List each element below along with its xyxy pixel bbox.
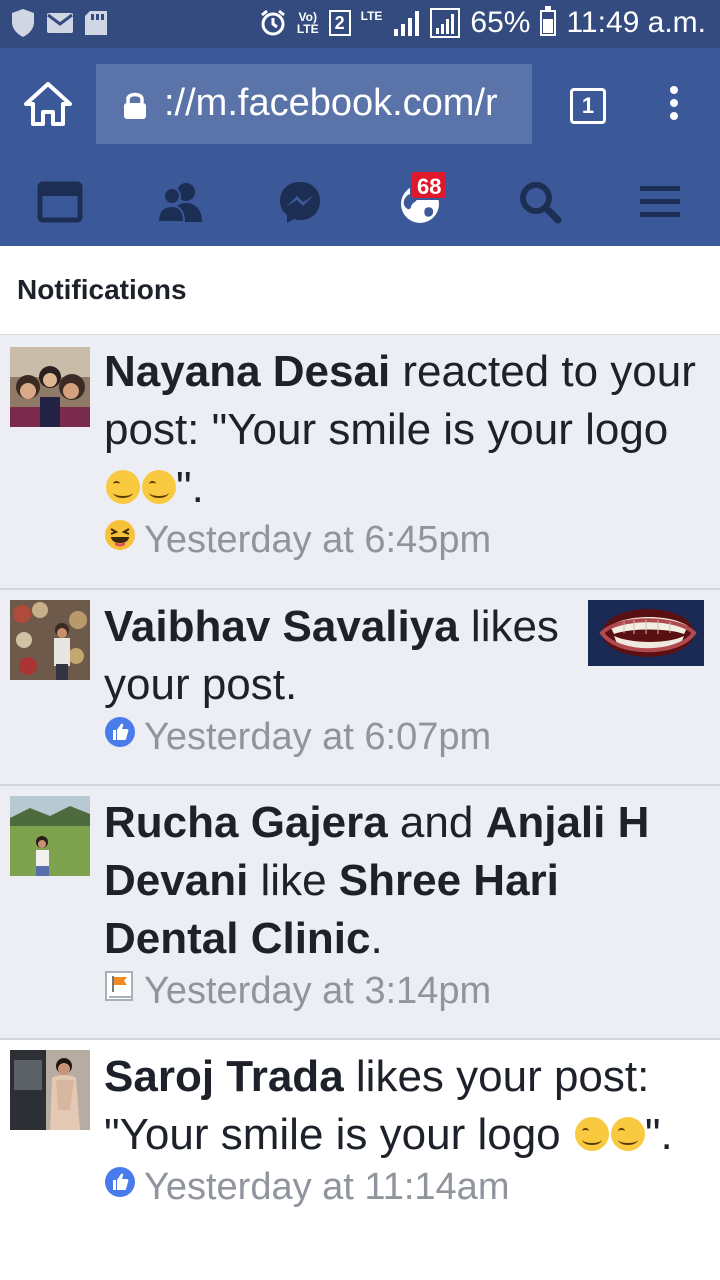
avatar xyxy=(10,347,90,427)
address-bar[interactable]: ://m.facebook.com/r xyxy=(96,64,532,144)
page-title: Notifications xyxy=(17,274,187,305)
timestamp: Yesterday at 6:45pm xyxy=(104,519,700,562)
timestamp: Yesterday at 3:14pm xyxy=(104,970,700,1013)
notification-message-end: ". xyxy=(176,463,204,512)
volte-indicator: Vo) LTE xyxy=(297,11,319,35)
avatar xyxy=(10,600,90,680)
messenger-icon[interactable] xyxy=(276,178,324,226)
notification-content: Saroj Trada likes your post: "Your smile… xyxy=(104,1048,700,1209)
notification-content: Vaibhav Savaliya likes your post. Yester… xyxy=(104,598,570,759)
lock-icon xyxy=(124,92,146,119)
notification-text: Vaibhav Savaliya likes your post. xyxy=(104,598,570,714)
battery-icon xyxy=(540,6,557,36)
timestamp-text: Yesterday at 11:14am xyxy=(144,1166,510,1208)
browser-toolbar: ://m.facebook.com/r 1 xyxy=(0,48,720,160)
alarm-icon xyxy=(260,9,285,36)
notification-text: Rucha Gajera and Anjali H Devani like Sh… xyxy=(104,794,700,968)
like-icon xyxy=(105,717,135,747)
notification-item[interactable]: Vaibhav Savaliya likes your post. Yester… xyxy=(0,590,720,786)
page-flag-icon xyxy=(105,971,133,1001)
url-text: ://m.facebook.com/r xyxy=(164,82,498,124)
notification-item[interactable]: Rucha Gajera and Anjali H Devani like Sh… xyxy=(0,786,720,1040)
notification-item[interactable]: Saroj Trada likes your post: "Your smile… xyxy=(0,1040,720,1280)
facebook-nav-bar: 68 xyxy=(0,160,720,246)
timestamp-text: Yesterday at 6:45pm xyxy=(144,519,492,561)
sd-card-icon xyxy=(85,11,107,35)
smiling-emoji-icon xyxy=(106,470,140,504)
laughing-reaction-icon xyxy=(105,520,135,550)
notification-text: Nayana Desai reacted to your post: "Your… xyxy=(104,343,700,517)
notification-content: Nayana Desai reacted to your post: "Your… xyxy=(104,343,700,562)
like-icon xyxy=(105,1167,135,1197)
timestamp: Yesterday at 11:14am xyxy=(104,1166,700,1209)
home-icon[interactable] xyxy=(20,78,76,130)
mail-icon xyxy=(47,13,73,33)
overflow-menu-icon[interactable] xyxy=(664,86,684,126)
signal-sim2-icon xyxy=(430,8,461,38)
post-thumbnail[interactable] xyxy=(588,600,704,666)
avatar xyxy=(10,796,90,876)
notification-message: like xyxy=(248,856,339,905)
notification-joiner: and xyxy=(387,798,486,847)
smiling-emoji-icon xyxy=(574,1117,609,1151)
actor-name: Vaibhav Savaliya xyxy=(104,602,459,651)
lte-indicator: LTE xyxy=(360,9,383,23)
actor-name: Saroj Trada xyxy=(104,1052,344,1101)
search-icon[interactable] xyxy=(516,178,564,226)
notification-item[interactable]: Nayana Desai reacted to your post: "Your… xyxy=(0,335,720,590)
tabs-button[interactable]: 1 xyxy=(570,88,606,124)
notification-count-badge: 68 xyxy=(410,170,449,200)
notifications-header: Notifications xyxy=(0,246,720,335)
notification-message-end: . xyxy=(370,914,383,963)
smiling-emoji-icon xyxy=(610,1117,645,1151)
clock: 11:49 a.m. xyxy=(566,6,706,39)
news-feed-icon[interactable] xyxy=(36,178,84,226)
smiling-emoji-icon xyxy=(142,470,176,504)
volte-lte-label: LTE xyxy=(296,22,319,36)
actor-name: Nayana Desai xyxy=(104,347,391,396)
avatar xyxy=(10,1050,90,1130)
actor-name: Rucha Gajera xyxy=(104,798,388,847)
hamburger-menu-icon[interactable] xyxy=(636,178,684,226)
friends-icon[interactable] xyxy=(156,178,204,226)
notification-message-end: ". xyxy=(644,1110,673,1159)
timestamp-text: Yesterday at 6:07pm xyxy=(144,716,492,758)
battery-percent: 65% xyxy=(470,6,531,39)
status-bar: Vo) LTE 2 LTE 65% 11:49 a.m. xyxy=(0,0,720,48)
notification-text: Saroj Trada likes your post: "Your smile… xyxy=(104,1048,700,1164)
timestamp-text: Yesterday at 3:14pm xyxy=(144,970,492,1012)
notification-content: Rucha Gajera and Anjali H Devani like Sh… xyxy=(104,794,700,1013)
sim-indicator: 2 xyxy=(328,10,351,36)
timestamp: Yesterday at 6:07pm xyxy=(104,716,570,759)
shield-icon xyxy=(12,9,34,37)
signal-icon xyxy=(394,11,420,36)
